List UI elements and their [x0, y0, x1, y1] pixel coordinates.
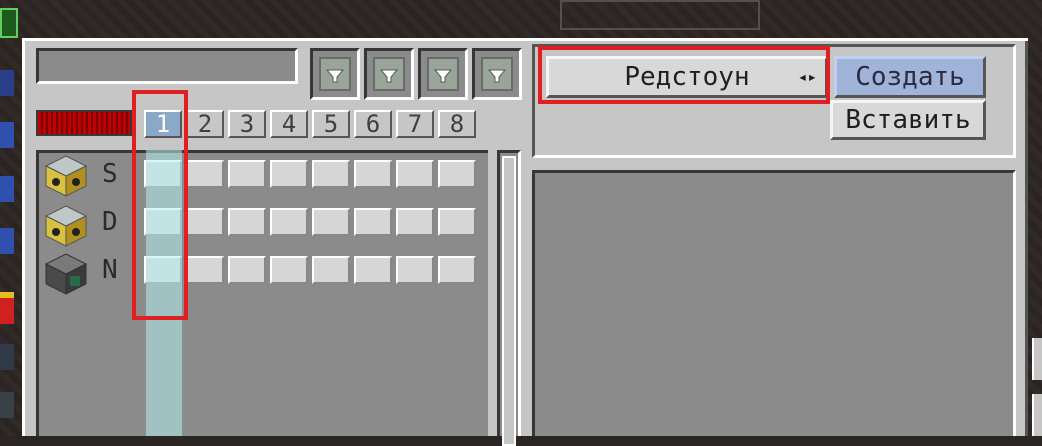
channel-slot[interactable]	[186, 208, 224, 236]
annotation-box-column	[132, 90, 188, 320]
paste-button[interactable]: Вставить	[830, 100, 986, 140]
create-button[interactable]: Создать	[834, 56, 986, 98]
row-label-n: N	[102, 255, 118, 285]
annotation-box-mode	[538, 46, 830, 104]
funnel-icon	[379, 69, 399, 83]
reactor-block-icon	[44, 155, 88, 197]
channel-slot[interactable]	[312, 160, 350, 188]
hotbar-item	[0, 392, 14, 418]
tab-7[interactable]: 7	[396, 110, 434, 138]
channel-slot[interactable]	[354, 160, 392, 188]
reactor-block-icon	[44, 205, 88, 247]
channel-slot[interactable]	[228, 256, 266, 284]
hotbar-item	[0, 292, 14, 324]
name-field[interactable]	[36, 48, 298, 84]
channel-slot[interactable]	[396, 160, 434, 188]
scrollbar-thumb[interactable]	[502, 156, 516, 446]
hotbar-item	[0, 228, 14, 254]
row-label-d: D	[102, 207, 118, 237]
filter-button-1[interactable]	[310, 48, 360, 100]
channel-grid-area	[36, 150, 488, 436]
hotbar-item	[0, 176, 14, 202]
filter-button-2[interactable]	[364, 48, 414, 100]
network-block-icon	[44, 253, 88, 295]
scrollbar[interactable]	[497, 150, 521, 446]
filter-button-4[interactable]	[472, 48, 522, 100]
filter-button-3[interactable]	[418, 48, 468, 100]
channel-slot[interactable]	[354, 256, 392, 284]
funnel-icon	[487, 69, 507, 83]
channel-slot[interactable]	[438, 256, 476, 284]
channel-slot[interactable]	[186, 256, 224, 284]
details-area	[532, 170, 1016, 436]
channel-slot[interactable]	[354, 208, 392, 236]
channel-slot[interactable]	[228, 208, 266, 236]
channel-slot[interactable]	[438, 208, 476, 236]
tab-8[interactable]: 8	[438, 110, 476, 138]
channel-slot[interactable]	[270, 160, 308, 188]
channel-slot[interactable]	[228, 160, 266, 188]
background-frame	[560, 0, 760, 30]
hotbar-item	[0, 344, 14, 370]
channel-slot[interactable]	[396, 208, 434, 236]
side-slot[interactable]	[1032, 394, 1042, 436]
channel-slot[interactable]	[186, 160, 224, 188]
funnel-icon	[325, 69, 345, 83]
channel-slot[interactable]	[312, 208, 350, 236]
row-label-s: S	[102, 159, 118, 189]
hotbar-item	[0, 8, 18, 38]
tab-5[interactable]: 5	[312, 110, 350, 138]
tab-4[interactable]: 4	[270, 110, 308, 138]
channel-slot[interactable]	[438, 160, 476, 188]
channel-slot[interactable]	[270, 256, 308, 284]
hotbar-item	[0, 122, 14, 148]
side-slot[interactable]	[1032, 338, 1042, 380]
funnel-icon	[433, 69, 453, 83]
channel-slot[interactable]	[312, 256, 350, 284]
tab-3[interactable]: 3	[228, 110, 266, 138]
hotbar-strip	[0, 0, 18, 436]
channel-slot[interactable]	[270, 208, 308, 236]
tab-2[interactable]: 2	[186, 110, 224, 138]
power-bar	[36, 110, 132, 136]
hotbar-item	[0, 70, 14, 96]
tab-6[interactable]: 6	[354, 110, 392, 138]
channel-slot[interactable]	[396, 256, 434, 284]
